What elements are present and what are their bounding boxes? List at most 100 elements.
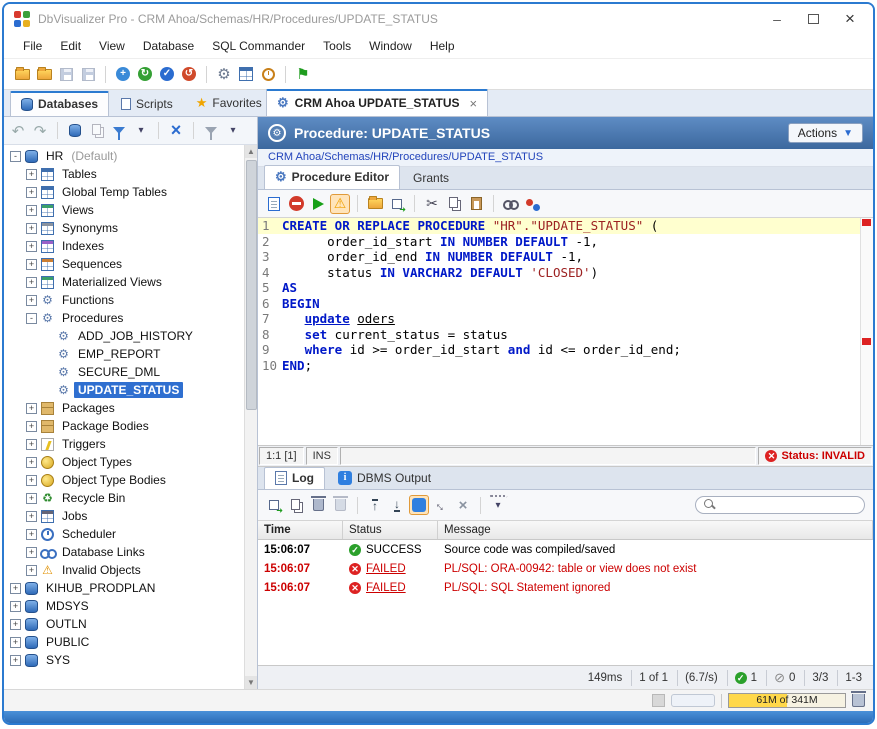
tree-expand-toggle[interactable]: + bbox=[26, 295, 37, 306]
copy-pages-icon[interactable] bbox=[286, 495, 306, 515]
tree-expand-toggle[interactable]: + bbox=[10, 601, 21, 612]
minimize-button[interactable]: – bbox=[768, 11, 786, 27]
tree-item-update-status[interactable]: UPDATE_STATUS bbox=[4, 381, 244, 399]
tree-expand-toggle[interactable]: + bbox=[26, 493, 37, 504]
tree-item-add-job-history[interactable]: ADD_JOB_HISTORY bbox=[4, 327, 244, 345]
tree-item-procedures[interactable]: -Procedures bbox=[4, 309, 244, 327]
open-folder-icon[interactable] bbox=[365, 194, 385, 214]
actions-button[interactable]: Actions ▼ bbox=[788, 123, 863, 143]
tree-expand-toggle[interactable]: + bbox=[26, 421, 37, 432]
tab-procedure-editor[interactable]: ⚙Procedure Editor bbox=[264, 165, 400, 189]
code-line[interactable]: 1CREATE OR REPLACE PROCEDURE "HR"."UPDAT… bbox=[258, 218, 873, 234]
info-icon[interactable] bbox=[409, 495, 429, 515]
scroll-up-icon[interactable]: ▲ bbox=[245, 145, 257, 158]
log-row[interactable]: 15:06:07✓SUCCESSSource code was compiled… bbox=[258, 540, 873, 559]
reconnect-icon[interactable]: ↻ bbox=[135, 64, 155, 84]
tree-item-secure-dml[interactable]: SECURE_DML bbox=[4, 363, 244, 381]
tools-icon[interactable] bbox=[214, 64, 234, 84]
tree-expand-toggle[interactable]: + bbox=[26, 475, 37, 486]
code-line[interactable]: 3 order_id_end IN NUMBER DEFAULT -1, bbox=[258, 249, 873, 265]
log-column-status[interactable]: Status bbox=[343, 521, 438, 539]
menu-sql-commander[interactable]: SQL Commander bbox=[203, 36, 314, 56]
scroll-top-icon[interactable] bbox=[365, 495, 385, 515]
menu-window[interactable]: Window bbox=[360, 36, 421, 56]
tree-expand-toggle[interactable]: + bbox=[26, 205, 37, 216]
open-folder-icon[interactable] bbox=[12, 64, 32, 84]
menu-help[interactable]: Help bbox=[421, 36, 464, 56]
tree-expand-toggle[interactable]: + bbox=[10, 637, 21, 648]
log-column-message[interactable]: Message bbox=[438, 521, 873, 539]
fit-icon[interactable] bbox=[431, 495, 451, 515]
tree-item-database-links[interactable]: +Database Links bbox=[4, 543, 244, 561]
tree-item-sequences[interactable]: +Sequences bbox=[4, 255, 244, 273]
tree-expand-toggle[interactable]: - bbox=[26, 313, 37, 324]
commit-icon[interactable]: ✓ bbox=[157, 64, 177, 84]
scrollbar-thumb[interactable] bbox=[246, 160, 257, 410]
tree-item-functions[interactable]: +Functions bbox=[4, 291, 244, 309]
tree-expand-toggle[interactable]: + bbox=[10, 655, 21, 666]
trash-gray-icon[interactable] bbox=[330, 495, 350, 515]
tree-expand-toggle[interactable]: + bbox=[26, 223, 37, 234]
compile-icon[interactable] bbox=[523, 194, 543, 214]
tree-item-object-type-bodies[interactable]: +Object Type Bodies bbox=[4, 471, 244, 489]
close-gray-icon[interactable] bbox=[453, 495, 473, 515]
tree-item-mdsys[interactable]: +MDSYS bbox=[4, 597, 244, 615]
menu-view[interactable]: View bbox=[90, 36, 134, 56]
trash-icon[interactable] bbox=[308, 495, 328, 515]
log-row[interactable]: 15:06:07✕FAILEDPL/SQL: ORA-00942: table … bbox=[258, 559, 873, 578]
tree-item-packages[interactable]: +Packages bbox=[4, 399, 244, 417]
tree-item-synonyms[interactable]: +Synonyms bbox=[4, 219, 244, 237]
tree-expand-toggle[interactable]: + bbox=[26, 169, 37, 180]
tab-dbms-output[interactable]: iDBMS Output bbox=[327, 467, 442, 489]
memory-indicator[interactable]: 61M of 341M bbox=[728, 693, 846, 708]
tree-expand-toggle[interactable]: + bbox=[10, 619, 21, 630]
log-search[interactable] bbox=[695, 496, 865, 514]
disconnect-icon[interactable] bbox=[166, 121, 186, 141]
save-all-icon[interactable] bbox=[78, 64, 98, 84]
tree-item-views[interactable]: +Views bbox=[4, 201, 244, 219]
tree-item-emp-report[interactable]: EMP_REPORT bbox=[4, 345, 244, 363]
tree-item-triggers[interactable]: +Triggers bbox=[4, 435, 244, 453]
object-tab[interactable]: ⚙ CRM Ahoa UPDATE_STATUS × bbox=[266, 89, 488, 116]
tree-item-package-bodies[interactable]: +Package Bodies bbox=[4, 417, 244, 435]
warning-icon[interactable] bbox=[330, 194, 350, 214]
tree-expand-toggle[interactable]: - bbox=[10, 151, 21, 162]
error-marker[interactable] bbox=[862, 338, 871, 345]
tree-item-materialized-views[interactable]: +Materialized Views bbox=[4, 273, 244, 291]
code-line[interactable]: 4 status IN VARCHAR2 DEFAULT 'CLOSED') bbox=[258, 265, 873, 281]
tree-item-outln[interactable]: +OUTLN bbox=[4, 615, 244, 633]
caret-menu-icon[interactable] bbox=[488, 495, 508, 515]
tree-item-indexes[interactable]: +Indexes bbox=[4, 237, 244, 255]
tree-item-global-temp-tables[interactable]: +Global Temp Tables bbox=[4, 183, 244, 201]
caret-icon[interactable] bbox=[223, 121, 243, 141]
log-column-time[interactable]: Time bbox=[258, 521, 343, 539]
sql-editor[interactable]: 1CREATE OR REPLACE PROCEDURE "HR"."UPDAT… bbox=[258, 218, 873, 446]
tree-item-recycle-bin[interactable]: +Recycle Bin bbox=[4, 489, 244, 507]
menu-file[interactable]: File bbox=[14, 36, 51, 56]
tree-item-invalid-objects[interactable]: +Invalid Objects bbox=[4, 561, 244, 579]
export-icon[interactable] bbox=[387, 194, 407, 214]
scroll-bottom-icon[interactable] bbox=[387, 495, 407, 515]
edit-doc-icon[interactable] bbox=[264, 194, 284, 214]
maximize-button[interactable] bbox=[808, 14, 819, 24]
tree-expand-toggle[interactable]: + bbox=[26, 277, 37, 288]
preview-icon[interactable] bbox=[501, 194, 521, 214]
menu-database[interactable]: Database bbox=[134, 36, 203, 56]
menu-edit[interactable]: Edit bbox=[51, 36, 90, 56]
tree-item-jobs[interactable]: +Jobs bbox=[4, 507, 244, 525]
save-icon[interactable] bbox=[56, 64, 76, 84]
tree-expand-toggle[interactable]: + bbox=[26, 511, 37, 522]
connect-db-icon[interactable] bbox=[65, 121, 85, 141]
tree-expand-toggle[interactable]: + bbox=[26, 547, 37, 558]
sidebar-tab-scripts[interactable]: Scripts bbox=[110, 92, 184, 116]
tree-scrollbar[interactable]: ▲ ▼ bbox=[244, 145, 257, 689]
tree-item-hr[interactable]: -HR(Default) bbox=[4, 147, 244, 165]
run-flag-icon[interactable] bbox=[293, 64, 313, 84]
caret-icon[interactable] bbox=[131, 121, 151, 141]
code-line[interactable]: 9 where id >= order_id_start and id <= o… bbox=[258, 342, 873, 358]
tree-expand-toggle[interactable]: + bbox=[26, 187, 37, 198]
tree-item-public[interactable]: +PUBLIC bbox=[4, 633, 244, 651]
nav-back-icon[interactable] bbox=[8, 121, 28, 141]
resize-widget[interactable] bbox=[671, 694, 715, 707]
tab-close-icon[interactable]: × bbox=[470, 96, 478, 111]
